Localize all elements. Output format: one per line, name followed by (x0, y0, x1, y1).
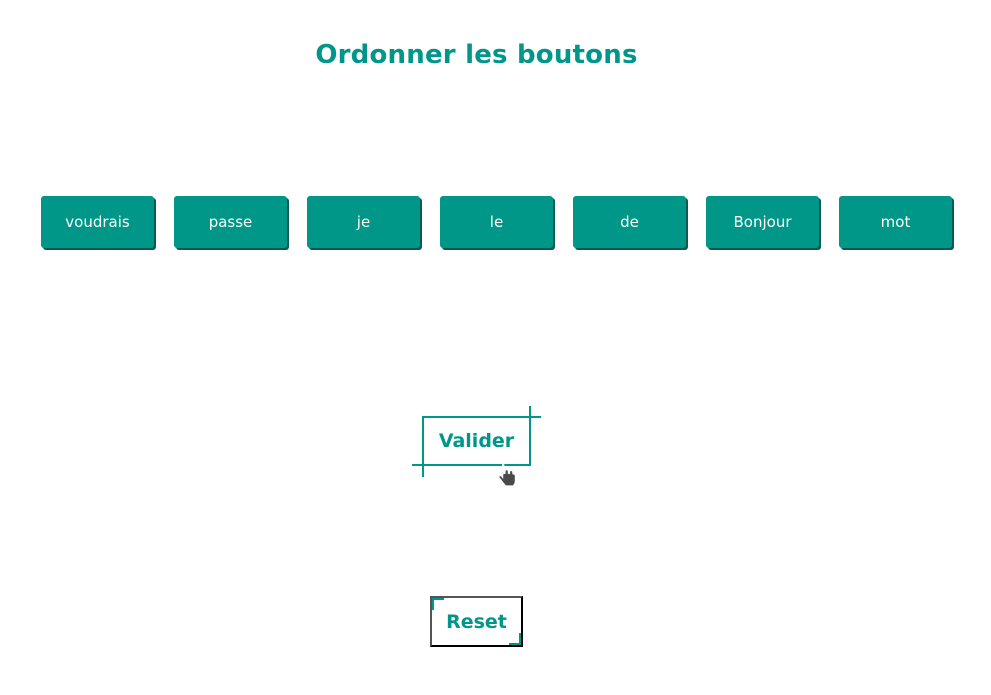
word-button-de[interactable]: de (573, 196, 686, 248)
word-button-le[interactable]: le (440, 196, 553, 248)
reset-corner-bottom-right (509, 633, 521, 645)
reset-button-label: Reset (446, 610, 507, 633)
word-button-row: voudrais passe je le de Bonjour mot (41, 196, 952, 248)
reset-corner-top-left (432, 598, 444, 610)
word-button-voudrais[interactable]: voudrais (41, 196, 154, 248)
hand-pointer-icon (498, 462, 516, 487)
word-button-je[interactable]: je (307, 196, 420, 248)
page-title: Ordonner les boutons (315, 40, 638, 70)
validate-button[interactable]: Valider (422, 416, 531, 466)
word-button-passe[interactable]: passe (174, 196, 287, 248)
reset-button[interactable]: Reset (430, 596, 523, 647)
word-button-mot[interactable]: mot (839, 196, 952, 248)
word-button-bonjour[interactable]: Bonjour (706, 196, 819, 248)
